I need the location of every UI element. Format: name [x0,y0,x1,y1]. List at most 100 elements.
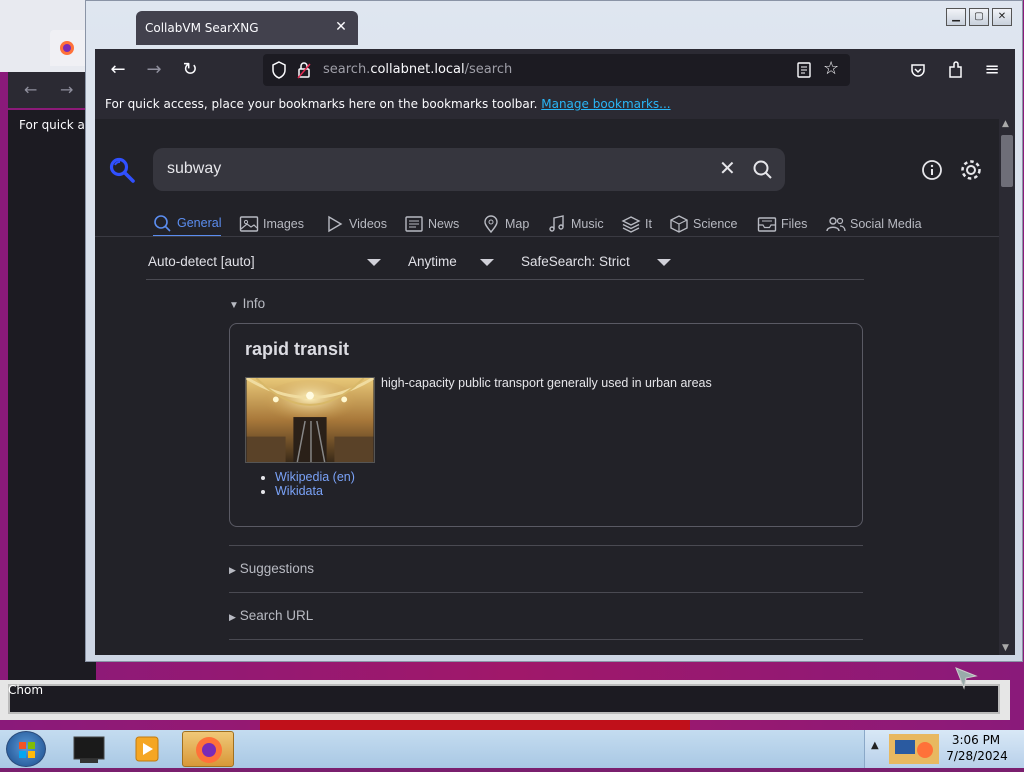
tab-news[interactable]: News [404,211,459,237]
taskbar-app-media-player[interactable] [122,731,174,767]
tab-close-icon[interactable]: ✕ [332,18,350,36]
filter-divider [146,279,864,280]
menu-hamburger-icon[interactable]: ≡ [979,58,1005,82]
tab-music[interactable]: Music [547,211,604,237]
page-scrollbar[interactable]: ▲ ▼ [999,119,1015,655]
start-button[interactable] [6,731,46,767]
reader-view-icon[interactable] [797,62,811,78]
background-window-body [8,142,96,687]
scroll-up-icon[interactable]: ▲ [1002,119,1009,129]
firefox-icon [196,737,222,763]
maximize-button[interactable]: ▢ [969,8,989,26]
clear-search-icon[interactable]: ✕ [719,156,736,180]
pocket-icon[interactable] [910,62,926,78]
triangle-right-icon: ▶ [229,565,236,575]
media-player-icon [135,736,159,762]
tab-videos[interactable]: Videos [325,211,387,237]
infobox-description: high-capacity public transport generally… [381,376,712,390]
wikipedia-link[interactable]: Wikipedia (en) [275,470,355,484]
section-divider [229,592,863,593]
suggestions-toggle[interactable]: ▶ Suggestions [229,561,314,576]
tab-social-media[interactable]: Social Media [826,211,922,237]
bookmark-star-icon[interactable]: ☆ [823,58,839,79]
tab-science[interactable]: Science [669,211,737,237]
clock-time[interactable]: 3:06 PM [951,733,1001,747]
inbox-icon [757,217,777,232]
tab-it[interactable]: It [621,211,652,237]
time-range-select[interactable]: Anytime [408,254,457,269]
safesearch-select[interactable]: SafeSearch: Strict [521,254,630,269]
shield-icon[interactable] [271,61,287,79]
window-titlebar: CollabVM SearXNG ✕ ▁ ▢ ✕ [86,1,1024,49]
search-input[interactable] [167,160,687,178]
background-window-bottom-panel [8,684,1000,714]
info-icon[interactable] [921,159,943,181]
url-text[interactable]: search.collabnet.local/search [323,62,512,77]
taskbar-app-firefox[interactable] [182,731,234,767]
back-arrow-icon[interactable]: ← [105,58,131,82]
network-icon[interactable] [887,732,941,766]
lock-warning-icon[interactable] [297,61,311,79]
language-select[interactable]: Auto-detect [auto] [148,254,255,269]
search-url-toggle[interactable]: ▶ Search URL [229,608,313,623]
section-divider [229,639,863,640]
layers-icon [621,216,641,233]
map-pin-icon [484,215,498,233]
wikidata-link[interactable]: Wikidata [275,484,323,498]
back-arrow-icon[interactable]: ← [24,80,37,99]
forward-arrow-icon[interactable]: → [60,80,73,99]
triangle-down-icon: ▼ [229,300,239,311]
chevron-down-icon[interactable] [480,259,494,266]
search-box: ✕ [153,148,785,191]
background-window-label: Chom [8,683,44,697]
tab-images[interactable]: Images [239,211,304,237]
clock-date[interactable]: 7/28/2024 [945,749,1009,763]
cursor-arrow-icon [955,667,978,690]
chevron-down-icon[interactable] [367,259,381,266]
search-icon[interactable] [753,160,773,180]
minimize-button[interactable]: ▁ [946,8,966,26]
tab-general[interactable]: General [153,211,222,237]
searxng-logo-icon[interactable] [109,157,135,183]
cube-icon [670,215,688,233]
navigation-toolbar: ← → ↻ search.collabnet.local/search ☆ ≡ [95,49,1015,91]
subway-station-image[interactable] [245,377,375,463]
system-tray: ▲ 3:06 PM 7/28/2024 [864,730,1024,768]
music-icon [549,215,564,232]
url-bar[interactable]: search.collabnet.local/search ☆ [263,54,850,86]
chevron-down-icon[interactable] [657,259,671,266]
play-icon [328,215,343,233]
browser-window: CollabVM SearXNG ✕ ▁ ▢ ✕ ← → ↻ search.co… [85,0,1023,662]
scrollbar-thumb[interactable] [1001,135,1013,187]
gear-icon[interactable] [959,158,983,182]
background-bookmark-hint: For quick ac [8,110,96,142]
search-icon [154,215,171,232]
infobox-links: Wikipedia (en) Wikidata [275,470,355,498]
info-section-toggle[interactable]: ▼ Info [229,296,265,311]
tab-title: CollabVM SearXNG [145,21,259,35]
infobox-title: rapid transit [245,339,350,359]
tray-expand-icon[interactable]: ▲ [871,740,879,751]
triangle-right-icon: ▶ [229,612,236,622]
category-tabs: General Images Videos News Map Music It … [153,211,973,237]
extensions-icon[interactable] [947,61,963,79]
scroll-down-icon[interactable]: ▼ [1002,643,1009,653]
list-item: Wikipedia (en) [275,470,355,484]
manage-bookmarks-link[interactable]: Manage bookmarks... [541,97,670,111]
forward-arrow-icon[interactable]: → [141,58,167,82]
reload-icon[interactable]: ↻ [177,58,203,82]
list-item: Wikidata [275,484,355,498]
tab-files[interactable]: Files [757,211,807,237]
tab-searxng[interactable]: CollabVM SearXNG ✕ [136,11,358,45]
image-icon [239,216,259,232]
category-divider [95,236,999,237]
infobox-card: rapid transit high-capacity public trans… [229,323,863,527]
background-window-toolbar: ← → [8,72,96,108]
page-content: ✕ General Images Videos News [95,119,999,655]
close-window-button[interactable]: ✕ [992,8,1012,26]
newspaper-icon [405,216,423,232]
tab-map[interactable]: Map [481,211,529,237]
taskbar-app-terminal[interactable] [64,731,116,767]
bookmarks-toolbar: For quick access, place your bookmarks h… [95,91,1015,119]
bookmarks-hint-text: For quick access, place your bookmarks h… [105,97,538,111]
